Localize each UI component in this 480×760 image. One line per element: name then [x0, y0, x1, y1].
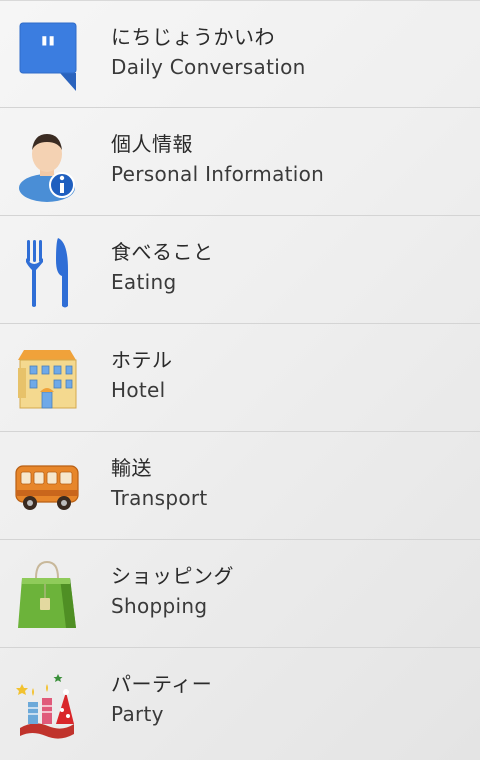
item-title-en: Hotel — [111, 378, 166, 402]
item-title-ja: ホテル — [111, 348, 173, 372]
quote-bubble-icon: " — [14, 15, 80, 95]
category-list: " にちじょうかいわ Daily Conversation 個人情報 Perso… — [0, 0, 480, 760]
item-title-ja: 輸送 — [111, 456, 152, 480]
list-item-party[interactable]: パーティー Party — [0, 648, 480, 756]
item-title-en: Shopping — [111, 594, 208, 618]
list-item-shopping[interactable]: ショッピング Shopping — [0, 540, 480, 648]
party-icon — [14, 662, 80, 742]
item-title-ja: 個人情報 — [111, 132, 193, 156]
item-title-en: Transport — [111, 486, 208, 510]
list-item-personal-information[interactable]: 個人情報 Personal Information — [0, 108, 480, 216]
item-title-en: Personal Information — [111, 162, 325, 186]
hotel-icon — [14, 338, 80, 418]
person-info-icon — [14, 122, 80, 202]
list-item-daily-conversation[interactable]: " にちじょうかいわ Daily Conversation — [0, 0, 480, 108]
item-title-en: Party — [111, 702, 164, 726]
shopping-bag-icon — [14, 554, 80, 634]
item-title-en: Daily Conversation — [111, 55, 306, 79]
item-title-ja: パーティー — [111, 672, 213, 696]
bus-icon — [14, 446, 80, 526]
fork-knife-icon — [14, 230, 80, 310]
item-title-ja: 食べること — [111, 240, 214, 264]
item-title-ja: ショッピング — [111, 564, 234, 588]
list-item-transport[interactable]: 輸送 Transport — [0, 432, 480, 540]
item-title-ja: にちじょうかいわ — [111, 25, 275, 49]
list-item-hotel[interactable]: ホテル Hotel — [0, 324, 480, 432]
item-title-en: Eating — [111, 270, 177, 294]
svg-text:": " — [39, 30, 57, 70]
list-item-eating[interactable]: 食べること Eating — [0, 216, 480, 324]
